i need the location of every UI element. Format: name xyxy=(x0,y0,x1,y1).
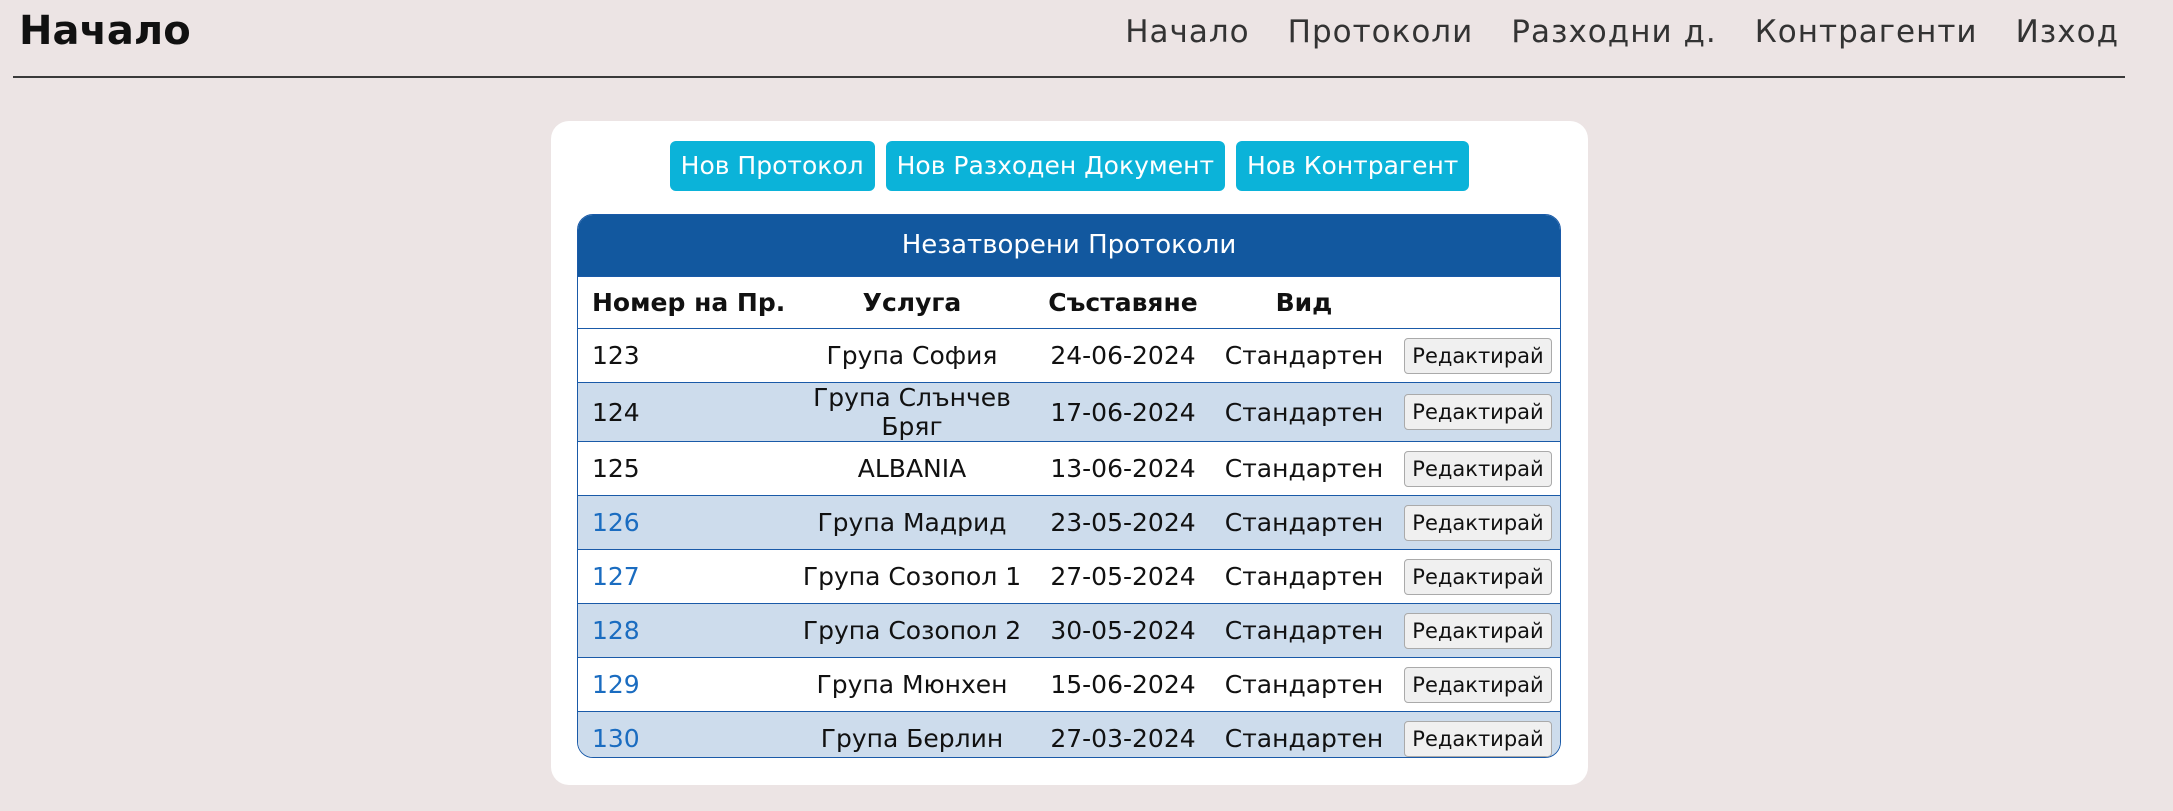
protocol-service: Група Мадрид xyxy=(790,495,1034,550)
edit-button[interactable]: Редактирай xyxy=(1404,666,1552,703)
table-header-row: Номер на Пр. Услуга Съставяне Вид xyxy=(578,276,1560,329)
protocol-number-link[interactable]: 130 xyxy=(578,711,790,757)
protocol-date: 27-03-2024 xyxy=(1034,711,1212,757)
protocol-number-link[interactable]: 126 xyxy=(578,495,790,550)
row-actions: Редактирай xyxy=(1396,495,1560,550)
table-row: 124 Група Слънчев Бряг 17-06-2024 Стандарте… xyxy=(578,382,1560,442)
protocol-service: Група Созопол 1 xyxy=(790,549,1034,604)
protocol-date: 24-06-2024 xyxy=(1034,328,1212,383)
protocol-type: Стандартен xyxy=(1212,382,1396,442)
protocol-service: Група Созопол 2 xyxy=(790,603,1034,658)
brand-title[interactable]: Начало xyxy=(19,8,191,54)
edit-button[interactable]: Редактирай xyxy=(1404,504,1552,541)
edit-button[interactable]: Редактирай xyxy=(1404,558,1552,595)
protocol-service: Група София xyxy=(790,328,1034,383)
protocol-number: 123 xyxy=(578,328,790,383)
edit-button[interactable]: Редактирай xyxy=(1404,720,1552,757)
main-nav: Начало Протоколи Разходни д. Контрагенти… xyxy=(1125,14,2119,50)
nav-link-home[interactable]: Начало xyxy=(1125,14,1249,50)
table-row: 128 Група Созопол 2 30-05-2024 Стандартен Ре… xyxy=(578,603,1560,658)
row-actions: Редактирай xyxy=(1396,441,1560,496)
protocol-type: Стандартен xyxy=(1212,657,1396,712)
table-row: 127 Група Созопол 1 27-05-2024 Стандартен Ре… xyxy=(578,549,1560,604)
protocol-date: 23-05-2024 xyxy=(1034,495,1212,550)
row-actions: Редактирай xyxy=(1396,382,1560,442)
column-header-created: Съставяне xyxy=(1034,276,1212,329)
nav-link-protocols[interactable]: Протоколи xyxy=(1288,14,1474,50)
nav-link-contractors[interactable]: Контрагенти xyxy=(1755,14,1978,50)
table-row: 130 Група Берлин 27-03-2024 Стандартен Редак… xyxy=(578,711,1560,757)
protocol-service: ALBANIA xyxy=(790,441,1034,496)
column-header-number: Номер на Пр. xyxy=(578,276,790,329)
open-protocols-table: Незатворени Протоколи Номер на Пр. Услуг… xyxy=(577,214,1561,758)
row-actions: Редактирай xyxy=(1396,328,1560,383)
protocol-service: Група Слънчев Бряг xyxy=(790,382,1034,442)
protocol-type: Стандартен xyxy=(1212,603,1396,658)
edit-button[interactable]: Редактирай xyxy=(1404,450,1552,487)
protocol-type: Стандартен xyxy=(1212,711,1396,757)
top-navbar: Начало Начало Протоколи Разходни д. Конт… xyxy=(13,0,2125,78)
column-header-actions xyxy=(1396,276,1560,329)
protocol-number: 125 xyxy=(578,441,790,496)
column-header-service: Услуга xyxy=(790,276,1034,329)
action-buttons: Нов Протокол Нов Разходен Документ Нов К… xyxy=(551,141,1588,191)
edit-button[interactable]: Редактирай xyxy=(1404,612,1552,649)
column-header-type: Вид xyxy=(1212,276,1396,329)
protocol-type: Стандартен xyxy=(1212,328,1396,383)
protocol-type: Стандартен xyxy=(1212,549,1396,604)
protocol-type: Стандартен xyxy=(1212,441,1396,496)
row-actions: Редактирай xyxy=(1396,603,1560,658)
nav-link-logout[interactable]: Изход xyxy=(2016,14,2119,50)
protocol-number-link[interactable]: 128 xyxy=(578,603,790,658)
table-row: 129 Група Мюнхен 15-06-2024 Стандартен Редак… xyxy=(578,657,1560,712)
protocol-service: Група Мюнхен xyxy=(790,657,1034,712)
edit-button[interactable]: Редактирай xyxy=(1404,337,1552,374)
table-row: 126 Група Мадрид 23-05-2024 Стандартен Редак… xyxy=(578,495,1560,550)
protocol-service: Група Берлин xyxy=(790,711,1034,757)
protocol-number: 124 xyxy=(578,382,790,442)
row-actions: Редактирай xyxy=(1396,711,1560,757)
protocol-date: 15-06-2024 xyxy=(1034,657,1212,712)
protocol-date: 30-05-2024 xyxy=(1034,603,1212,658)
protocol-date: 17-06-2024 xyxy=(1034,382,1212,442)
new-expense-document-button[interactable]: Нов Разходен Документ xyxy=(885,141,1226,191)
protocol-date: 27-05-2024 xyxy=(1034,549,1212,604)
protocol-number-link[interactable]: 127 xyxy=(578,549,790,604)
nav-link-expense-docs[interactable]: Разходни д. xyxy=(1511,14,1716,50)
protocol-number-link[interactable]: 129 xyxy=(578,657,790,712)
new-protocol-button[interactable]: Нов Протокол xyxy=(669,141,875,191)
new-contractor-button[interactable]: Нов Контрагент xyxy=(1236,141,1470,191)
table-title: Незатворени Протоколи xyxy=(578,215,1560,276)
row-actions: Редактирай xyxy=(1396,549,1560,604)
protocol-date: 13-06-2024 xyxy=(1034,441,1212,496)
edit-button[interactable]: Редактирай xyxy=(1404,394,1552,430)
table-row: 123 Група София 24-06-2024 Стандартен Редакт… xyxy=(578,328,1560,383)
protocol-type: Стандартен xyxy=(1212,495,1396,550)
main-card: Нов Протокол Нов Разходен Документ Нов К… xyxy=(551,121,1588,785)
row-actions: Редактирай xyxy=(1396,657,1560,712)
table-row: 125 ALBANIA 13-06-2024 Стандартен Редактирай xyxy=(578,441,1560,496)
